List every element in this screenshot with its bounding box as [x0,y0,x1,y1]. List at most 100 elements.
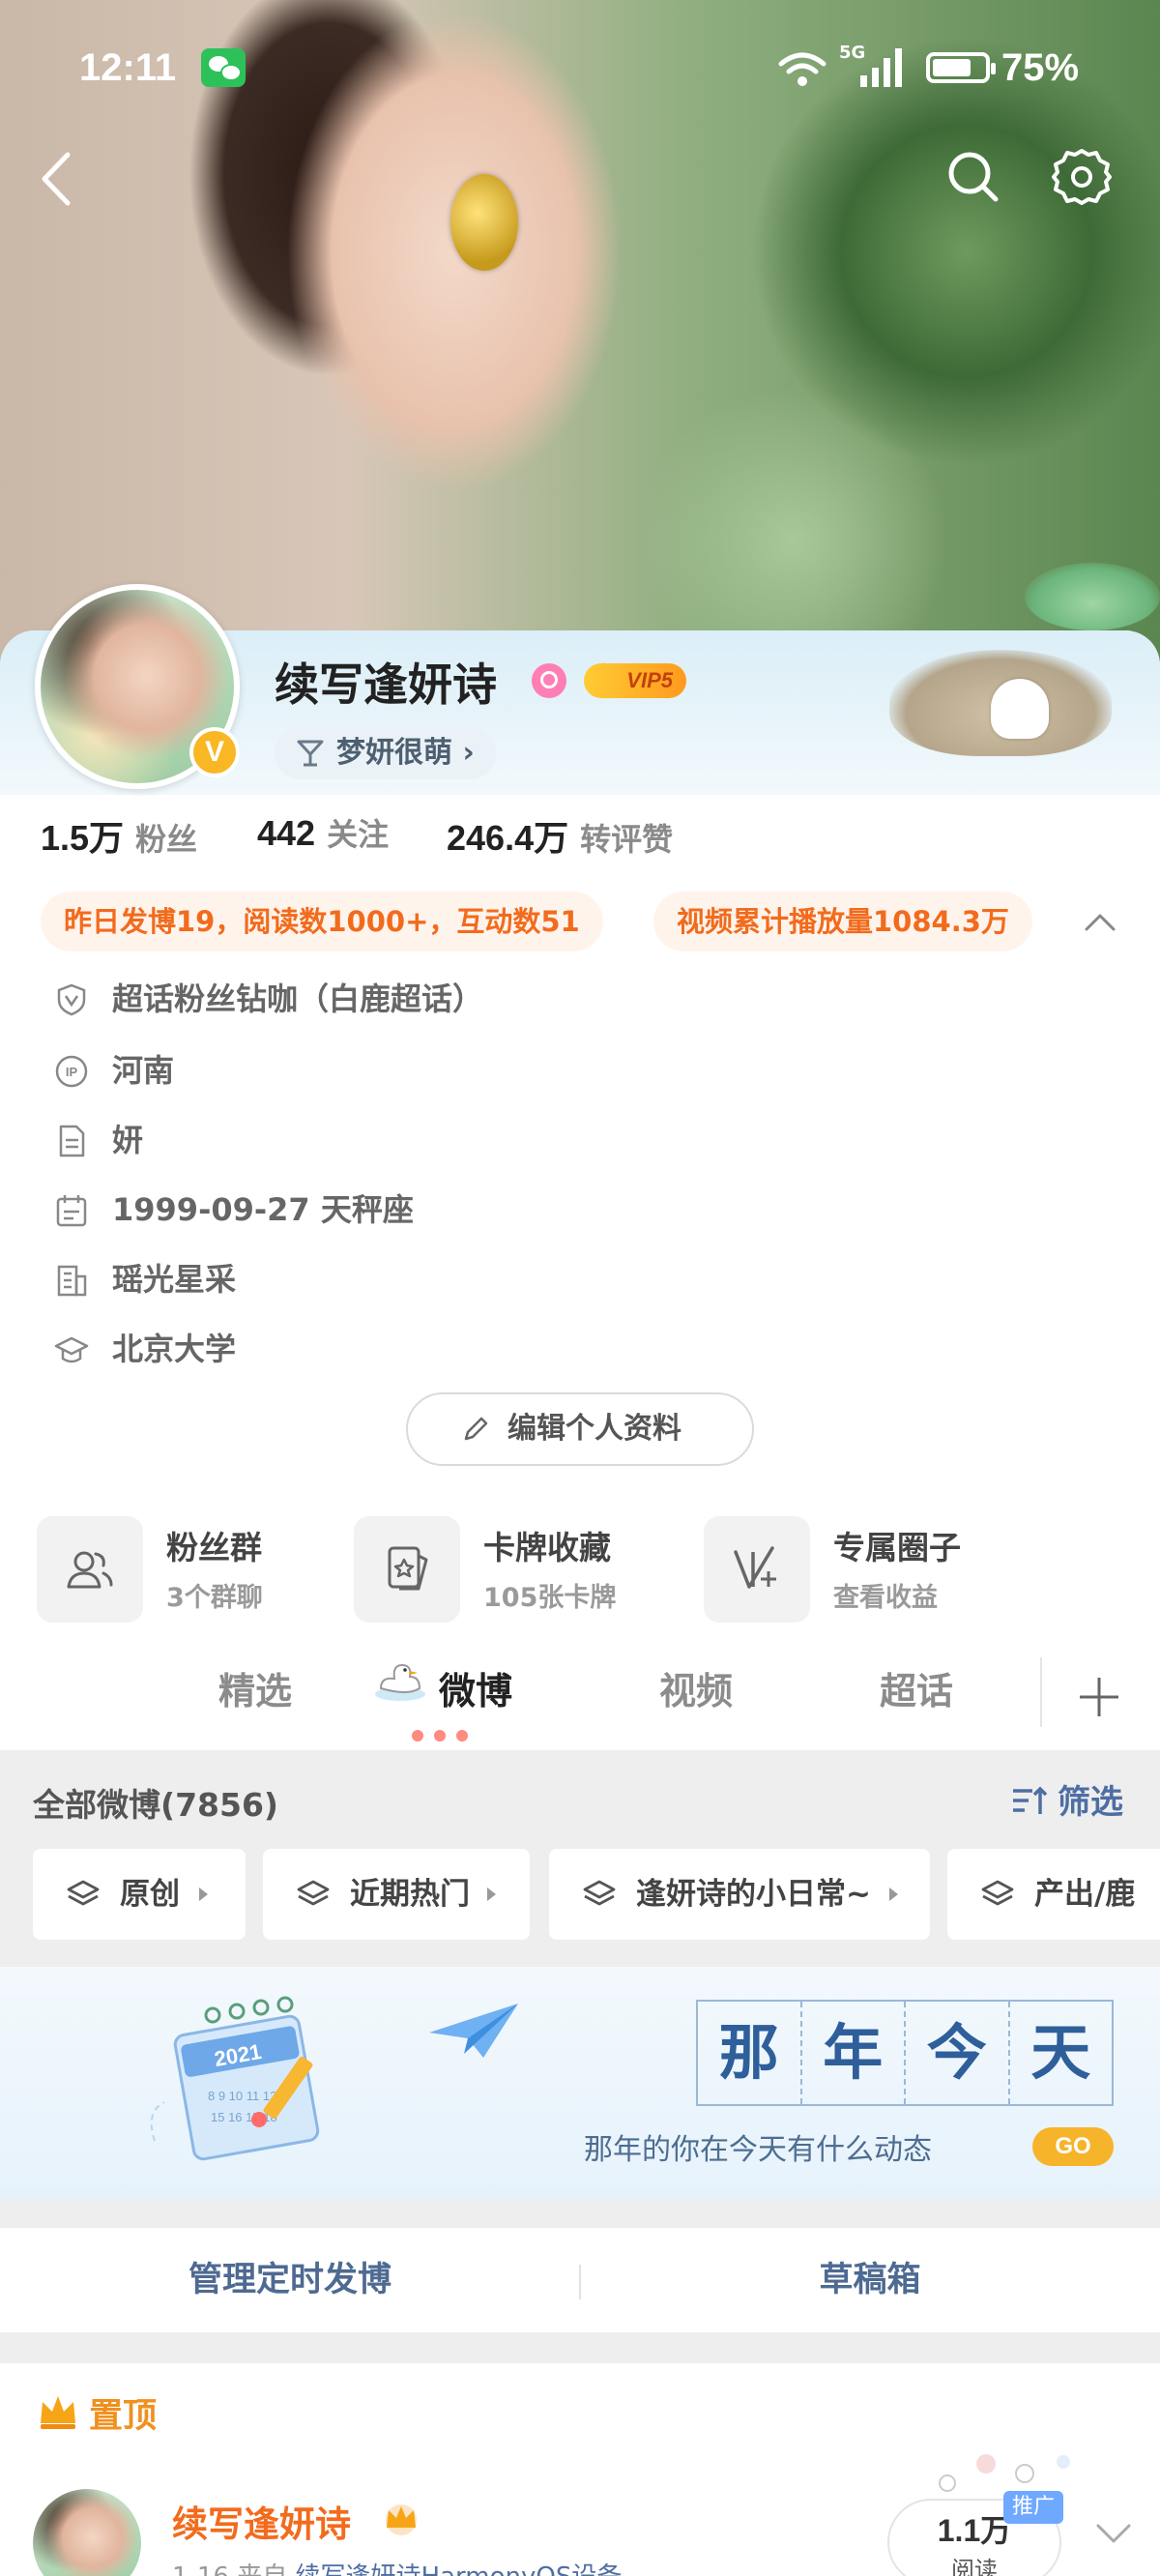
crown-icon [41,2396,75,2429]
stat-value: 1.5万 [41,818,125,858]
chevron-down-icon[interactable] [1092,2514,1135,2553]
back-icon[interactable] [29,145,87,213]
stat-following[interactable]: 442 关注 [257,810,389,868]
layers-icon [67,1880,100,1906]
highlight-pill-video[interactable]: 视频累计播放量1084.3万 [653,892,1032,951]
group-tag-label: 梦妍很萌 [336,736,452,770]
pinned-label: 置顶 [89,2397,158,2436]
document-icon [59,1125,85,1157]
caret-right-icon [889,1888,898,1901]
promote-badge[interactable]: 推广 [1003,2491,1063,2524]
tab-featured[interactable]: 精选 [218,1661,292,1714]
wifi-icon [778,52,826,86]
status-bar: 12:11 5G 75% [0,0,1160,135]
profile-stats: 1.5万 粉丝 442 关注 246.4万 转评赞 [41,810,1104,868]
chip-original[interactable]: 原创 [33,1849,246,1940]
info-text: 河南 [112,1052,175,1089]
battery-percent: 75% [1001,46,1080,89]
plus-icon[interactable] [1075,1673,1123,1721]
caret-right-icon [487,1888,496,1901]
gear-icon[interactable] [1050,145,1114,209]
banner-title-char: 今 [906,2002,1010,2104]
fans-group-icon [67,1551,113,1589]
wechat-icon [201,48,246,87]
search-icon[interactable] [942,145,1005,209]
exclusive-circle-icon [734,1546,776,1589]
layers-icon [981,1880,1014,1906]
calendar-icon [56,1195,87,1227]
highlight-pill-daily[interactable]: 昨日发博19，阅读数1000+，互动数51 [41,892,603,951]
chip-label: 产出/鹿 [1034,1877,1136,1912]
info-text: 瑶光星采 [112,1261,237,1298]
chevron-right-icon: › [452,736,475,770]
info-text: 北京大学 [112,1331,237,1367]
stat-label: 粉丝 [135,821,198,858]
feature-icon-box [704,1516,810,1623]
card-collection-icon [388,1546,428,1591]
post-source-link[interactable]: 续写逢妍诗HarmonyOS设备 [296,2562,623,2576]
tab-active-indicator [412,1730,468,1742]
chevron-up-icon[interactable] [1081,903,1119,942]
stat-fans[interactable]: 1.5万 粉丝 [41,810,197,868]
drafts-button[interactable]: 草稿箱 [580,2228,1160,2332]
post-date: 1-16 来自 [172,2562,296,2576]
banner-subtitle: 那年的你在今天有什么动态 [584,2133,932,2167]
feature-subtitle: 查看收益 [833,1583,938,1613]
signal-icon [860,48,902,87]
paper-plane-icon [429,2004,518,2058]
status-time: 12:11 [79,46,177,89]
chip-label: 近期热门 [350,1877,470,1912]
stat-value: 442 [257,813,316,853]
feature-subtitle: 3个群聊 [166,1583,263,1613]
filter-button[interactable]: 筛选 [1009,1775,1123,1823]
post-avatar[interactable] [33,2489,141,2576]
info-text: 超话粉丝钻咖（白鹿超话） [112,981,484,1017]
feature-card-collection[interactable]: 卡牌收藏 105张卡牌 [354,1516,682,1623]
cocktail-icon [297,740,324,767]
feature-fans-group[interactable]: 粉丝群 3个群聊 [37,1516,365,1623]
tab-video[interactable]: 视频 [659,1661,733,1714]
banner-title-char: 年 [802,2002,906,2104]
svg-text:IP: IP [66,1065,78,1079]
ghost-decoration [991,679,1049,739]
feature-title: 专属圈子 [833,1529,961,1566]
shield-v-icon [57,983,86,1016]
action-bar: 管理定时发博 草稿箱 [0,2228,1160,2332]
memories-banner[interactable]: 2021 8 9 10 11 12 15 16 17 18 那 年 今 天 那年… [0,1967,1160,2199]
company-icon [57,1265,87,1297]
info-text: 1999-09-27 天秤座 [112,1191,414,1228]
duck-icon [375,1663,425,1701]
chip-output[interactable]: 产出/鹿 [947,1849,1160,1940]
pencil-icon [464,1417,488,1441]
tab-super-topic[interactable]: 超话 [880,1661,953,1714]
post-author[interactable]: 续写逢妍诗 [172,2495,351,2547]
layers-icon [583,1880,616,1906]
profile-name: 续写逢妍诗 [275,659,497,711]
stat-interactions[interactable]: 246.4万 转评赞 [447,810,673,868]
chip-label: 原创 [120,1877,180,1912]
edit-profile-button[interactable]: 编辑个人资料 [406,1392,754,1466]
tab-weibo[interactable]: 微博 [439,1661,512,1714]
go-button[interactable]: GO [1032,2127,1114,2166]
stat-label: 转评赞 [580,821,674,858]
feature-icon-box [37,1516,143,1623]
svg-text:8 9 10 11 12: 8 9 10 11 12 [208,2089,276,2103]
caret-right-icon [199,1888,208,1901]
crown-badge-icon [386,2504,417,2535]
vip-badge[interactable]: VIP5 [584,663,686,698]
calendar-illustration-icon: 2021 8 9 10 11 12 15 16 17 18 [150,1996,320,2161]
read-label: 阅读 [951,2557,998,2576]
lotus-leaf-decoration [1025,563,1160,630]
super-topic-icon[interactable] [532,663,566,698]
feature-exclusive-circle[interactable]: 专属圈子 查看收益 [704,1516,1032,1623]
info-text: 妍 [112,1122,144,1158]
pinned-post[interactable]: 置顶 续写逢妍诗 1-16 来自 续写逢妍诗HarmonyOS设备 1.1万 阅… [0,2363,1160,2576]
feature-title: 卡牌收藏 [483,1529,611,1566]
post-meta: 1-16 来自 续写逢妍诗HarmonyOS设备 [172,2557,622,2576]
scheduled-posts-button[interactable]: 管理定时发博 [0,2228,580,2332]
chip-label: 逢妍诗的小日常~ [636,1877,871,1912]
chip-daily[interactable]: 逢妍诗的小日常~ [549,1849,930,1940]
feature-title: 粉丝群 [166,1529,262,1566]
battery-icon [926,52,996,83]
chip-recent-hot[interactable]: 近期热门 [263,1849,530,1940]
